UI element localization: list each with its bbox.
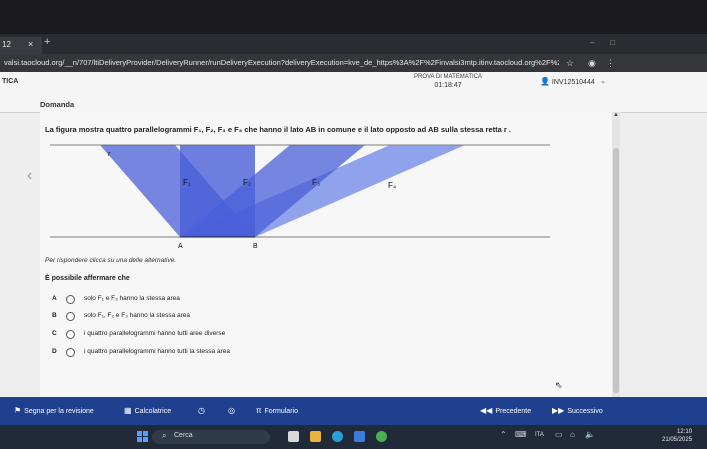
question-area: La figura mostra quattro parallelogrammi… (40, 112, 620, 397)
user-icon: 👤 (540, 77, 550, 86)
section-label: Domanda (40, 100, 75, 109)
minimize-icon[interactable]: – (590, 38, 594, 47)
next-icon: ▶▶ (552, 406, 565, 415)
mouse-cursor-icon: ⇖ (555, 380, 563, 390)
answer-option-d[interactable]: D i quattro parallelogrammi hanno tutti … (40, 346, 615, 360)
language-indicator[interactable]: ITA (535, 432, 544, 438)
store-icon[interactable] (354, 431, 365, 442)
next-button[interactable]: ▶▶ Successivo (552, 406, 603, 415)
windows-start-icon[interactable] (137, 431, 149, 443)
option-radio[interactable] (66, 295, 75, 304)
taskbar-search[interactable]: ⌕ Cerca (152, 430, 270, 444)
calculator-icon: ▦ (124, 406, 132, 415)
timer-tool-button[interactable]: ◷ (198, 406, 208, 415)
option-letter: C (52, 330, 57, 337)
folder-icon[interactable] (310, 431, 321, 442)
url-text[interactable]: valsi.taocloud.org/__n/707/ltiDeliveryPr… (4, 54, 559, 72)
new-tab-button[interactable]: + (44, 36, 50, 48)
previous-icon: ◀◀ (480, 406, 493, 415)
scroll-thumb[interactable] (613, 148, 619, 393)
next-label: Successivo (567, 408, 603, 415)
os-taskbar: ⌕ Cerca ⌃ ⌨ ITA ▭ ⌂ 🔈 12:10 21/05/2025 (0, 425, 707, 449)
option-letter: B (52, 312, 57, 319)
question-stem: La figura mostra quattro parallelogrammi… (45, 125, 511, 134)
label-a: A (178, 243, 183, 250)
answer-option-a[interactable]: A solo F₁ e F₃ hanno la stessa area (40, 293, 615, 307)
formulas-label: Formulario (264, 408, 298, 415)
scroll-up-icon[interactable]: ▲ (612, 112, 620, 118)
chrome-icon[interactable] (376, 431, 387, 442)
user-info[interactable]: 👤 INV12510444 (540, 77, 595, 86)
label-f2: F₂ (243, 178, 251, 187)
chevron-up-icon[interactable]: ⌃ (500, 430, 507, 439)
network-icon[interactable]: ⌂ (570, 430, 575, 439)
tab-label: 12 (2, 40, 11, 49)
keyboard-icon[interactable]: ⌨ (515, 430, 527, 439)
previous-button[interactable]: ◀◀ Precedente (480, 406, 531, 415)
option-text: solo F₁, F₂ e F₃ hanno la stessa area (84, 312, 190, 319)
browser-icon[interactable] (332, 431, 343, 442)
clock-time: 12:10 (677, 429, 693, 435)
question-prompt: È possibile affermare che (45, 275, 130, 282)
system-clock[interactable]: 12:10 21/05/2025 (662, 428, 692, 444)
scrollbar[interactable]: ▲ (612, 112, 620, 397)
label-f3: F₃ (312, 178, 320, 187)
option-radio[interactable] (66, 330, 75, 339)
option-letter: D (52, 348, 57, 355)
label-b: B (253, 243, 258, 250)
timer: 01:18:47 (434, 82, 462, 89)
test-toolbar: ⚑ Segna per la revisione ▦ Calcolatrice ◷ … (0, 397, 707, 425)
option-radio[interactable] (66, 348, 75, 357)
option-text: i quattro parallelogrammi hanno tutti ar… (84, 330, 226, 337)
user-code: INV12510444 (551, 79, 595, 86)
close-icon[interactable]: × (28, 37, 33, 52)
clock-date: 21/05/2025 (662, 437, 693, 443)
review-button[interactable]: ⚑ Segna per la revisione (14, 406, 94, 415)
test-title: PROVA DI MATEMATICA (413, 74, 482, 80)
chevron-down-icon[interactable]: ⌄ (600, 77, 606, 85)
option-text: i quattro parallelogrammi hanno tutti la… (84, 348, 230, 355)
label-f1: F₁ (183, 178, 191, 187)
search-label: Cerca (174, 432, 193, 439)
target-icon: ◎ (228, 406, 235, 415)
answer-option-c[interactable]: C i quattro parallelogrammi hanno tutti … (40, 328, 615, 342)
test-header: TICA PROVA DI MATEMATICA 01:18:47 👤 INV1… (0, 72, 707, 113)
calculator-label: Calcolatrice (134, 408, 172, 415)
option-letter: A (52, 295, 57, 302)
answer-option-b[interactable]: B solo F₁, F₂ e F₃ hanno la stessa area (40, 310, 615, 324)
profile-icon[interactable]: ◉ (588, 54, 596, 72)
maximize-icon[interactable]: □ (610, 38, 615, 47)
clock-icon: ◷ (198, 406, 205, 415)
display-icon[interactable]: ▭ (555, 430, 563, 439)
address-bar[interactable]: valsi.taocloud.org/__n/707/ltiDeliveryPr… (0, 54, 707, 72)
option-text: solo F₁ e F₃ hanno la stessa area (84, 295, 180, 302)
subject-label: TICA (2, 78, 19, 85)
review-label: Segna per la revisione (24, 408, 94, 415)
parallelograms-figure: r F₁ F₂ F₃ F₄ A B (50, 144, 550, 250)
flag-icon: ⚑ (14, 406, 22, 415)
volume-icon[interactable]: 🔈 (585, 430, 595, 439)
pi-icon: π (256, 406, 262, 415)
menu-dots-icon[interactable]: ⋮ (606, 54, 615, 72)
search-icon: ⌕ (162, 431, 167, 440)
label-f4: F₄ (388, 181, 396, 190)
previous-label: Precedente (495, 408, 532, 415)
test-app: TICA PROVA DI MATEMATICA 01:18:47 👤 INV1… (0, 72, 707, 397)
formulas-button[interactable]: π Formulario (256, 406, 298, 415)
tool-button[interactable]: ◎ (228, 406, 238, 415)
star-icon[interactable]: ☆ (566, 54, 574, 72)
browser-tab-strip: 12 × + – □ (0, 34, 707, 54)
browser-tab[interactable]: 12 × (0, 37, 42, 54)
app-icon[interactable] (288, 431, 299, 442)
chevron-left-icon[interactable]: ‹ (27, 167, 32, 185)
option-radio[interactable] (66, 312, 75, 321)
instruction-text: Per rispondere clicca su una delle alter… (45, 257, 177, 264)
calculator-button[interactable]: ▦ Calcolatrice (124, 406, 171, 415)
